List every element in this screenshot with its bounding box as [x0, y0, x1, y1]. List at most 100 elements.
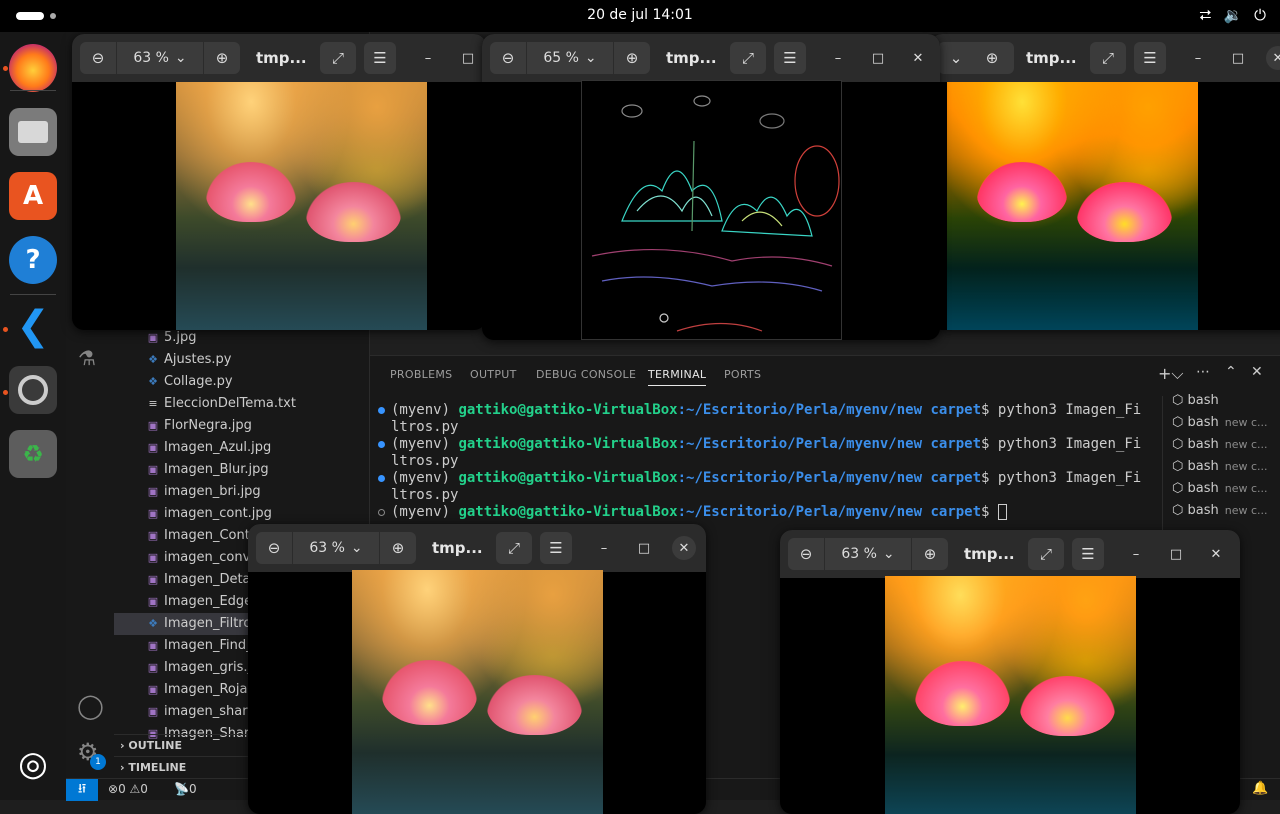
file-name: Imagen_Detail [164, 572, 258, 587]
menu-button[interactable]: ☰ [1134, 42, 1166, 74]
zoom-control[interactable]: ⊖ 63 % ⌄ ⊕ [788, 538, 948, 570]
chevron-right-icon: › [120, 739, 125, 752]
terminal-list-item[interactable]: ⬡ bash new c... [1172, 459, 1280, 474]
ports-indicator[interactable]: 📡0 [174, 782, 197, 796]
tab-debug-console[interactable]: DEBUG CONSOLE [536, 368, 636, 381]
close-button[interactable]: ✕ [1204, 542, 1228, 566]
warning-icon: ⚠ [129, 782, 141, 796]
close-button[interactable]: ✕ [672, 536, 696, 560]
tab-ports[interactable]: PORTS [724, 368, 761, 381]
file-item[interactable]: ▣ imagen_bri.jpg [114, 481, 370, 503]
lotus-image [176, 82, 427, 330]
python-icon: ❖ [148, 617, 158, 630]
notifications-bell-icon[interactable]: 🔔 [1252, 781, 1268, 796]
zoom-control[interactable]: ⊖ 63 % ⌄ ⊕ [80, 42, 240, 74]
terminal-path: :~/Escritorio/Perla/myenv/new carpet [677, 504, 982, 520]
file-item[interactable]: ▣ imagen_cont.jpg [114, 503, 370, 525]
terminal-list-item[interactable]: ⬡ bash new c... [1172, 481, 1280, 496]
zoom-out-icon[interactable]: ⊖ [788, 538, 824, 570]
maximize-button[interactable]: □ [632, 536, 656, 560]
terminal-list-item[interactable]: ⬡ bash new c... [1172, 503, 1280, 518]
zoom-in-icon[interactable]: ⊕ [912, 538, 948, 570]
maximize-button[interactable]: □ [1164, 542, 1188, 566]
maximize-button[interactable]: □ [866, 46, 890, 70]
account-icon[interactable]: ◯ [77, 692, 104, 720]
menu-button[interactable]: ☰ [364, 42, 396, 74]
zoom-in-icon[interactable]: ⊕ [204, 42, 240, 74]
more-actions-icon[interactable]: ⋯ [1196, 364, 1210, 380]
close-button[interactable]: ✕ [906, 46, 930, 70]
minimize-button[interactable]: – [416, 46, 440, 70]
close-panel-icon[interactable]: ✕ [1251, 364, 1263, 380]
running-indicator [3, 327, 8, 332]
files-icon[interactable] [9, 108, 57, 156]
maximize-panel-icon[interactable]: ⌃ [1225, 364, 1237, 380]
zoom-out-icon[interactable]: ⊖ [256, 532, 292, 564]
command-status-dot[interactable] [378, 407, 385, 414]
terminal-cmd: $ python3 Imagen_Fi [981, 470, 1142, 486]
minimize-button[interactable]: – [592, 536, 616, 560]
menu-button[interactable]: ☰ [774, 42, 806, 74]
file-item[interactable]: ≡ EleccionDelTema.txt [114, 393, 370, 415]
command-status-dot[interactable] [378, 441, 385, 448]
tab-problems[interactable]: PROBLEMS [390, 368, 452, 381]
zoom-level[interactable]: 63 % ⌄ [116, 42, 204, 74]
zoom-control[interactable]: ⌄ ⊕ [938, 42, 1014, 74]
menu-button[interactable]: ☰ [1072, 538, 1104, 570]
file-item[interactable]: ▣ 5.jpg [114, 327, 370, 349]
zoom-out-icon[interactable]: ⊖ [490, 42, 526, 74]
fullscreen-button[interactable]: ⤢ [1028, 538, 1064, 570]
image-viewer-icon[interactable] [9, 366, 57, 414]
zoom-control[interactable]: ⊖ 65 % ⌄ ⊕ [490, 42, 650, 74]
maximize-button[interactable]: □ [456, 46, 480, 70]
testing-icon[interactable]: ⚗ [78, 346, 96, 370]
zoom-level[interactable]: 65 % ⌄ [526, 42, 614, 74]
app-center-icon[interactable]: A [9, 172, 57, 220]
zoom-in-icon[interactable]: ⊕ [380, 532, 416, 564]
fullscreen-button[interactable]: ⤢ [1090, 42, 1126, 74]
file-item[interactable]: ❖ Collage.py [114, 371, 370, 393]
terminal-list-item[interactable]: ⬡ bash new c... [1172, 415, 1280, 430]
zoom-in-icon[interactable]: ⊕ [614, 42, 650, 74]
file-item[interactable]: ▣ Imagen_Azul.jpg [114, 437, 370, 459]
problems-indicator[interactable]: ⊗0 ⚠0 [108, 782, 148, 796]
trash-icon[interactable]: ♻ [9, 430, 57, 478]
terminal-line: (myenv) gattiko@gattiko-VirtualBox:~/Esc… [391, 470, 1141, 487]
minimize-button[interactable]: – [1124, 542, 1148, 566]
terminal-cmd: $ python3 Imagen_Fi [981, 402, 1142, 418]
file-item[interactable]: ▣ FlorNegra.jpg [114, 415, 370, 437]
minimize-button[interactable]: – [826, 46, 850, 70]
fullscreen-button[interactable]: ⤢ [320, 42, 356, 74]
zoom-level[interactable]: 63 % ⌄ [292, 532, 380, 564]
zoom-out-icon[interactable]: ⊖ [80, 42, 116, 74]
zoom-control[interactable]: ⊖ 63 % ⌄ ⊕ [256, 532, 416, 564]
zoom-level[interactable]: 63 % ⌄ [824, 538, 912, 570]
command-status-dot[interactable] [378, 475, 385, 482]
remote-indicator-icon[interactable]: ⭿ [66, 779, 98, 801]
terminal-env: (myenv) [391, 402, 459, 418]
file-item[interactable]: ▣ Imagen_Blur.jpg [114, 459, 370, 481]
file-item[interactable]: ❖ Ajustes.py [114, 349, 370, 371]
minimize-button[interactable]: – [1186, 46, 1210, 70]
menu-button[interactable]: ☰ [540, 532, 572, 564]
tab-output[interactable]: OUTPUT [470, 368, 517, 381]
system-tray[interactable]: ⮂ 🔉 ⏻ [1199, 6, 1266, 24]
firefox-icon[interactable] [9, 44, 57, 92]
fullscreen-button[interactable]: ⤢ [730, 42, 766, 74]
help-icon[interactable]: ? [9, 236, 57, 284]
zoom-in-icon[interactable]: ⊕ [974, 42, 1010, 74]
terminal-list-item[interactable]: ⬡ bash [1172, 393, 1280, 408]
terminal-path: :~/Escritorio/Perla/myenv/new carpet [677, 402, 982, 418]
tab-terminal[interactable]: TERMINAL [648, 368, 707, 386]
show-apps-icon[interactable]: ◎ [9, 740, 57, 788]
fullscreen-button[interactable]: ⤢ [496, 532, 532, 564]
command-status-dot[interactable] [378, 509, 385, 516]
vscode-icon[interactable]: ❮ [9, 302, 57, 350]
file-name: 5.jpg [164, 330, 197, 345]
image-viewer-window-4: ⊖ 63 % ⌄ ⊕ tmp... ⤢ ☰ – □ ✕ [248, 524, 706, 814]
clock[interactable]: 20 de jul 14:01 [0, 7, 1280, 23]
add-terminal-icon[interactable]: +⌵ [1158, 364, 1184, 384]
terminal-list-item[interactable]: ⬡ bash new c... [1172, 437, 1280, 452]
chevron-down-icon[interactable]: ⌄ [938, 42, 974, 74]
maximize-button[interactable]: □ [1226, 46, 1250, 70]
